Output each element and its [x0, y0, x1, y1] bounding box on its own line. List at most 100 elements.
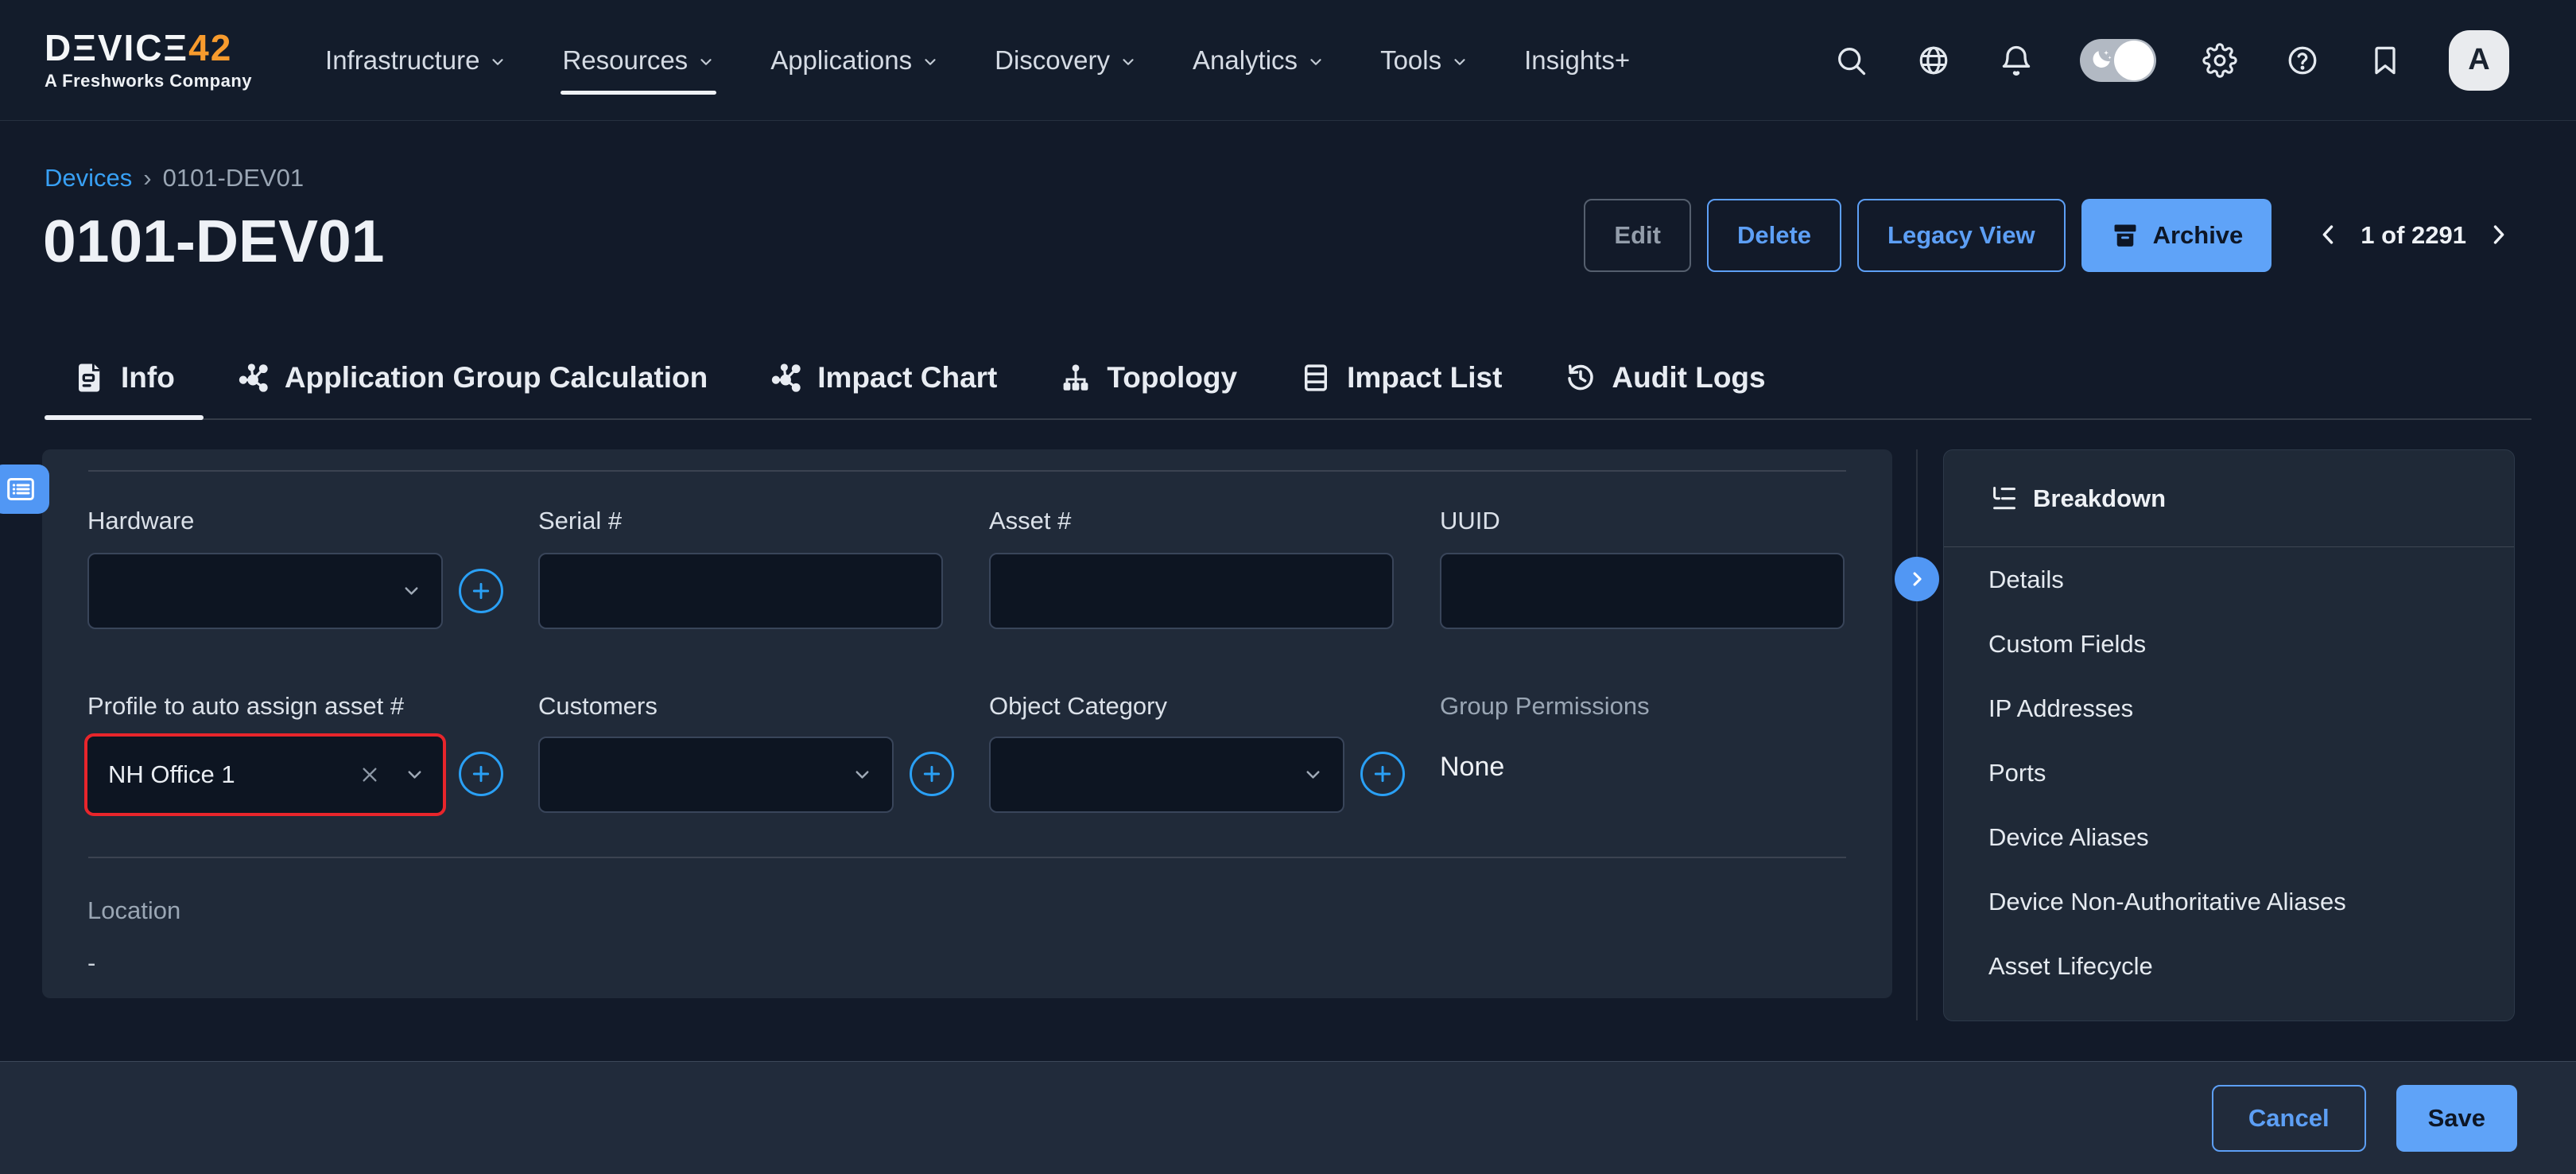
chevron-down-icon [401, 581, 422, 602]
cancel-button[interactable]: Cancel [2212, 1085, 2366, 1152]
tab-impact-list[interactable]: Impact List [1299, 337, 1502, 418]
hardware-label: Hardware [87, 507, 194, 535]
breakdown-title: Breakdown [2033, 484, 2166, 513]
plus-icon [919, 761, 945, 787]
plus-icon [1370, 761, 1395, 787]
pager-text: 1 of 2291 [2361, 221, 2466, 250]
nav-item-resources[interactable]: Resources [562, 0, 715, 120]
next-record-button[interactable] [2484, 221, 2512, 250]
save-button[interactable]: Save [2396, 1085, 2517, 1152]
search-button[interactable] [1832, 41, 1870, 80]
page-title: 0101-DEV01 [43, 207, 384, 275]
app-root: DΞVICΞ42 A Freshworks Company Infrastruc… [0, 0, 2576, 1174]
breadcrumb: Devices › 0101-DEV01 [45, 164, 304, 192]
tab-application-group-calculation[interactable]: Application Group Calculation [237, 337, 708, 418]
uuid-input[interactable] [1440, 553, 1845, 629]
tree-list-icon [1988, 484, 2019, 514]
chevron-right-icon [2485, 221, 2512, 248]
breakdown-panel: Breakdown Details Custom Fields IP Addre… [1943, 449, 2515, 1021]
nav-item-applications[interactable]: Applications [770, 0, 939, 120]
chevron-down-icon [1302, 764, 1324, 786]
hardware-select[interactable] [87, 553, 443, 629]
brand-logo[interactable]: DΞVICΞ42 A Freshworks Company [45, 29, 252, 91]
nodes-icon [237, 361, 270, 395]
bookmark-icon [2368, 43, 2403, 78]
document-icon [73, 361, 107, 395]
customers-label: Customers [538, 692, 658, 721]
nav-item-analytics[interactable]: Analytics [1193, 0, 1325, 120]
globe-button[interactable] [1915, 41, 1953, 80]
breadcrumb-separator: › [143, 164, 151, 192]
nav-item-discovery[interactable]: Discovery [995, 0, 1137, 120]
asset-input[interactable] [989, 553, 1394, 629]
previous-record-button[interactable] [2314, 221, 2343, 250]
chevron-down-icon [852, 764, 873, 786]
nav-item-infrastructure[interactable]: Infrastructure [325, 0, 506, 120]
tab-info[interactable]: Info [73, 337, 175, 418]
breakdown-item-device-non-authoritative-aliases[interactable]: Device Non-Authoritative Aliases [1944, 869, 2514, 934]
tab-topology[interactable]: Topology [1059, 337, 1237, 418]
top-nav: DΞVICΞ42 A Freshworks Company Infrastruc… [0, 0, 2576, 121]
history-icon [1564, 361, 1597, 395]
detail-tabs: Info Application Group Calculation Impac… [45, 337, 2531, 420]
side-list-toggle-button[interactable] [0, 465, 49, 514]
tab-label: Impact Chart [817, 361, 997, 395]
edit-button[interactable]: Edit [1584, 199, 1691, 272]
tab-label: Impact List [1347, 361, 1502, 395]
list-panel-icon [5, 473, 37, 505]
gear-icon [2202, 43, 2237, 78]
breakdown-item-ports[interactable]: Ports [1944, 741, 2514, 805]
add-hardware-button[interactable] [459, 569, 503, 613]
nav-item-tools[interactable]: Tools [1380, 0, 1468, 120]
theme-toggle[interactable] [2080, 39, 2156, 82]
group-permissions-value: None [1440, 752, 1504, 783]
nodes-icon [770, 361, 803, 395]
brand-name-accent: 42 [188, 27, 232, 68]
bookmarks-button[interactable] [2366, 41, 2404, 80]
profile-select-highlighted[interactable]: NH Office 1 [84, 733, 446, 816]
nav-item-label: Analytics [1193, 45, 1298, 76]
nav-item-label: Discovery [995, 45, 1110, 76]
sidebar-collapse-button[interactable] [1895, 557, 1939, 601]
chevron-down-icon [489, 53, 506, 71]
tab-audit-logs[interactable]: Audit Logs [1564, 337, 1765, 418]
object-category-select[interactable] [989, 737, 1344, 813]
tab-impact-chart[interactable]: Impact Chart [770, 337, 997, 418]
add-object-category-button[interactable] [1360, 752, 1405, 796]
breadcrumb-parent-link[interactable]: Devices [45, 164, 132, 192]
plus-icon [468, 578, 494, 604]
serial-input[interactable] [538, 553, 943, 629]
settings-button[interactable] [2201, 41, 2239, 80]
delete-button[interactable]: Delete [1707, 199, 1841, 272]
add-customer-button[interactable] [910, 752, 954, 796]
help-button[interactable] [2283, 41, 2322, 80]
nav-utilities: A [1832, 30, 2509, 91]
breakdown-item-custom-fields[interactable]: Custom Fields [1944, 612, 2514, 676]
uuid-label: UUID [1440, 507, 1500, 535]
brand-tagline: A Freshworks Company [45, 71, 252, 91]
archive-button[interactable]: Archive [2081, 199, 2272, 272]
notifications-button[interactable] [1997, 41, 2035, 80]
chevron-down-icon [1119, 53, 1137, 71]
add-profile-button[interactable] [459, 752, 503, 796]
nav-item-label: Insights+ [1524, 45, 1630, 76]
breakdown-item-asset-lifecycle[interactable]: Asset Lifecycle [1944, 934, 2514, 998]
tab-label: Application Group Calculation [285, 361, 708, 395]
plus-icon [468, 761, 494, 787]
serial-label: Serial # [538, 507, 622, 535]
toggle-knob [2114, 41, 2154, 80]
globe-icon [1916, 43, 1951, 78]
breakdown-item-details[interactable]: Details [1944, 547, 2514, 612]
nav-item-label: Infrastructure [325, 45, 479, 76]
legacy-view-button[interactable]: Legacy View [1857, 199, 2066, 272]
breakdown-item-ip-addresses[interactable]: IP Addresses [1944, 676, 2514, 741]
location-label: Location [87, 896, 180, 925]
customers-select[interactable] [538, 737, 894, 813]
clear-icon[interactable] [357, 762, 382, 787]
chevron-down-icon [1307, 53, 1325, 71]
form-footer: Cancel Save [0, 1061, 2576, 1174]
chevron-right-icon [1906, 568, 1928, 590]
breakdown-item-device-aliases[interactable]: Device Aliases [1944, 805, 2514, 869]
nav-item-insights[interactable]: Insights+ [1524, 0, 1630, 120]
avatar[interactable]: A [2449, 30, 2509, 91]
